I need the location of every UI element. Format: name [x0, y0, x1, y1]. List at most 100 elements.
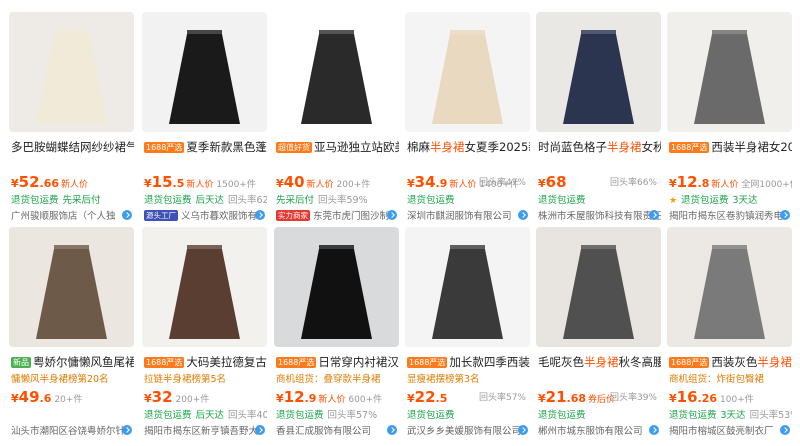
title-rest: 秋冬高腰显瘦	[618, 355, 662, 369]
shop-name[interactable]: 武汉乡乡美媛服饰有限公司	[407, 423, 530, 437]
price: ¥15.5	[144, 173, 184, 191]
shop-name[interactable]: 香县汇成服饰有限公司	[276, 423, 399, 437]
service-tag: 退货包运费	[669, 410, 717, 421]
price-decimal: .5	[172, 177, 185, 190]
price-integer: 32	[151, 388, 173, 406]
product-title[interactable]: 多巴胺蝴蝶结网纱纱裙气质	[11, 139, 134, 155]
product-image[interactable]	[274, 12, 399, 132]
product-title[interactable]: 超值好货亚马逊独立站欧美跨	[276, 139, 399, 155]
price: ¥22.5	[407, 388, 447, 406]
price-decimal: .26	[697, 392, 718, 405]
product-card[interactable]: 多巴胺蝴蝶结网纱纱裙气质 ¥52.66新人价退货包运费先采后付广州骏顺服饰店（个人…	[9, 12, 134, 224]
service-row: ★ 退货包运费 3天达	[669, 192, 792, 206]
product-card[interactable]: 棉麻半身裙女夏季2025新款 ¥34.9新人价1400+件回头率47% 退货包运费深…	[405, 12, 530, 224]
price-badge: 新人价	[711, 180, 739, 190]
repurchase-rate: 回头率39%	[609, 393, 657, 403]
product-title[interactable]: 1688严选西装灰色半身裙女夏	[669, 354, 792, 370]
title-text: 夏季新款黑色蓬蓬花	[186, 140, 267, 154]
product-title[interactable]: 毛呢灰色半身裙秋冬高腰显瘦	[538, 354, 661, 370]
product-image[interactable]	[142, 12, 267, 132]
shop-arrow-icon[interactable]	[780, 210, 790, 220]
currency-symbol: ¥	[144, 392, 152, 405]
title-text: 多巴胺蝴蝶结网纱纱裙气质	[11, 140, 134, 154]
shop-arrow-icon[interactable]	[387, 425, 397, 435]
product-title[interactable]: 新品粤娇尔慵懒风鱼尾裙百	[11, 354, 134, 370]
price: ¥32	[144, 388, 173, 406]
shop-label: 揭阳市揭东区新亨镇吾野大	[144, 426, 259, 437]
service-tag: 3天达	[720, 410, 746, 421]
service-row: 先采后付 回头率59%	[276, 192, 399, 206]
product-card[interactable]: 1688严选大码美拉德复古千其拉链半身裙榜第5名 ¥32200+件退货包运费后天达…	[142, 227, 267, 439]
product-title[interactable]: 1688严选西装半身裙女2024	[669, 139, 792, 155]
product-image[interactable]	[667, 227, 792, 347]
shop-arrow-icon[interactable]	[518, 210, 528, 220]
sold-count: 600+件	[348, 395, 383, 405]
shop-arrow-icon[interactable]	[122, 425, 132, 435]
product-title[interactable]: 1688严选日常穿内衬裙汉服防	[276, 354, 399, 370]
sold-count: 20+件	[54, 395, 83, 405]
product-card[interactable]: 超值好货亚马逊独立站欧美跨 ¥40新人价200+件先采后付回头率59% 实力商家东莞…	[274, 12, 399, 224]
shop-arrow-icon[interactable]	[255, 210, 265, 220]
shop-name[interactable]: 广州骏顺服饰店（个人独	[11, 208, 134, 222]
price-badge: 新人价	[306, 180, 334, 190]
price-row: ¥32 200+件	[144, 387, 267, 406]
shop-name[interactable]: 汕头市潮阳区谷饶粤娇尔针	[11, 423, 134, 437]
product-title[interactable]: 棉麻半身裙女夏季2025新款	[407, 139, 530, 155]
product-title[interactable]: 1688严选大码美拉德复古千其	[144, 354, 267, 370]
title-rest: 女夏季2025新款	[464, 140, 531, 154]
product-image[interactable]	[9, 227, 134, 347]
title-text: 大码美拉德复古千其	[186, 355, 267, 369]
shop-arrow-icon[interactable]	[387, 210, 397, 220]
shop-arrow-icon[interactable]	[122, 210, 132, 220]
ranking-subtitle: 显瘦裙摆榜第3名	[407, 374, 480, 385]
product-image[interactable]	[9, 12, 134, 132]
product-image[interactable]	[405, 12, 530, 132]
service-tag: 退货包运费	[144, 195, 192, 206]
price-row: ¥22.5 回头率57%	[407, 387, 530, 406]
product-image[interactable]	[536, 12, 661, 132]
product-photo	[405, 227, 530, 347]
product-card[interactable]: 1688严选加长款四季西装料加显瘦裙摆榜第3名 ¥22.5 回头率57% 退货包运费武…	[405, 227, 530, 439]
product-photo	[536, 227, 661, 347]
product-title[interactable]: 1688严选加长款四季西装料加	[407, 354, 530, 370]
product-image[interactable]	[405, 227, 530, 347]
product-card[interactable]: 毛呢灰色半身裙秋冬高腰显瘦 ¥21.68券后价回头率39% 退货包运费郴州市城东服饰…	[536, 227, 661, 439]
product-title[interactable]: 时尚蓝色格子半身裙女秋冬	[538, 139, 661, 155]
shop-name[interactable]: 实力商家 东莞市虎门图沙制	[276, 208, 399, 222]
price-integer: 15	[151, 173, 173, 191]
title-tag: 1688严选	[407, 357, 448, 368]
shop-name[interactable]: 揭阳市揭东区卷豹镇润秀电	[669, 208, 792, 222]
shop-name[interactable]: 揭阳市揭东区新亨镇吾野大	[144, 423, 267, 437]
shop-name[interactable]: 揭阳市榕城区鼓亮制衣厂	[669, 423, 792, 437]
product-card[interactable]: 1688严选西装灰色半身裙女夏商机组货：炸街包臀裙 ¥16.26100+件退货包运…	[667, 227, 792, 439]
product-photo	[274, 12, 399, 132]
product-image[interactable]	[667, 12, 792, 132]
shop-name[interactable]: 源头工厂 义乌市暮欢服饰有	[144, 208, 267, 222]
shop-name[interactable]: 深圳市麒润服饰有限公司	[407, 208, 530, 222]
product-title[interactable]: 1688严选夏季新款黑色蓬蓬花	[144, 139, 267, 155]
shop-name[interactable]: 株洲市禾屋服饰科技有限责任	[538, 208, 661, 222]
price-badge: 新人价	[186, 180, 214, 190]
service-tag: 退货包运费	[276, 410, 324, 421]
product-photo	[405, 12, 530, 132]
ranking-subtitle: 慵懒风半身裙榜第20名	[11, 374, 109, 385]
sold-count: 100+件	[720, 395, 754, 405]
shop-arrow-icon[interactable]	[780, 425, 790, 435]
product-image[interactable]	[142, 227, 267, 347]
shop-arrow-icon[interactable]	[649, 210, 659, 220]
shop-name[interactable]: 郴州市城东服饰有限公司	[538, 423, 661, 437]
price-integer: 52	[18, 173, 40, 191]
shop-arrow-icon[interactable]	[649, 425, 659, 435]
product-card[interactable]: 时尚蓝色格子半身裙女秋冬 ¥68 回头率66% 退货包运费株洲市禾屋服饰科技有限责任	[536, 12, 661, 224]
shop-arrow-icon[interactable]	[255, 425, 265, 435]
product-card[interactable]: 新品粤娇尔慵懒风鱼尾裙百慵懒风半身裙榜第20名 ¥49.620+件汕头市潮阳区谷饶…	[9, 227, 134, 439]
product-image[interactable]	[274, 227, 399, 347]
title-text: 西装半身裙女2024	[711, 140, 792, 154]
product-card[interactable]: 1688严选夏季新款黑色蓬蓬花 ¥15.5新人价1500+件退货包运费后天达回头率…	[142, 12, 267, 224]
shop-arrow-icon[interactable]	[518, 425, 528, 435]
title-text: 毛呢灰色	[538, 355, 584, 369]
sold-count: 200+件	[175, 395, 210, 405]
product-card[interactable]: 1688严选西装半身裙女2024¥12.8新人价全网1000+件★退货包运费3天…	[667, 12, 792, 224]
product-card[interactable]: 1688严选日常穿内衬裙汉服防商机组货：叠穿款半身裙 ¥12.9新人价600+件退…	[274, 227, 399, 439]
product-image[interactable]	[536, 227, 661, 347]
